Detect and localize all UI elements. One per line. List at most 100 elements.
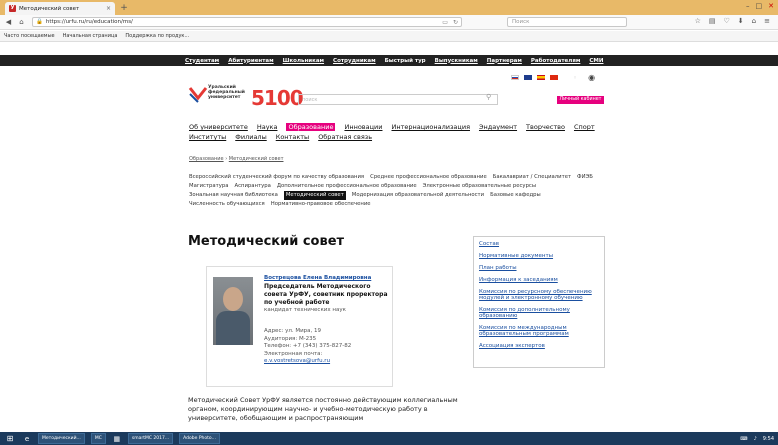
menu-creativity[interactable]: Творчество [526, 123, 565, 131]
volume-icon[interactable]: ♪ [754, 436, 757, 442]
bookmark-item[interactable]: Поддержка по продук... [125, 33, 189, 39]
bookmarks-bar: Часто посещаемые Начальная страница Подд… [0, 31, 778, 42]
submenu-item[interactable]: Бакалавриат / Специалитет [493, 173, 571, 182]
side-link-plan[interactable]: План работы [479, 265, 599, 271]
person-role: Председатель Методического совета УрФУ, … [264, 282, 388, 306]
submenu-item[interactable]: Всероссийский студенческий форум по каче… [189, 173, 364, 182]
topnav-students[interactable]: Студентам [185, 58, 219, 64]
minimize-button[interactable]: – [746, 2, 750, 10]
home-icon[interactable]: ⌂ [17, 18, 26, 27]
submenu-item[interactable]: Электронные образовательные ресурсы [423, 182, 536, 191]
topnav-graduates[interactable]: Выпускникам [435, 58, 478, 64]
site-search-input[interactable]: поиск [298, 94, 498, 105]
browser-tab[interactable]: У Методический совет × [5, 2, 115, 15]
menu-internationalization[interactable]: Интернационализация [391, 123, 470, 131]
menu-science[interactable]: Наука [257, 123, 278, 131]
personal-cabinet-button[interactable]: Личный кабинет [557, 96, 604, 104]
submenu-item[interactable]: Аспирантура [234, 182, 270, 191]
submenu-item[interactable]: ФИЭБ [577, 173, 593, 182]
ie-icon[interactable]: e [22, 434, 32, 444]
side-link-commission-resources[interactable]: Комиссия по ресурсному обеспечению модул… [479, 289, 599, 301]
clock[interactable]: 9:54 [763, 436, 774, 442]
address-bar[interactable]: 🔒 https://urfu.ru/ru/education/ms/ ▭ ↻ [32, 17, 462, 27]
menu-institutes[interactable]: Институты [189, 133, 226, 141]
person-info: Вострецова Елена Владимировна Председате… [264, 275, 389, 366]
topnav-quick-tour[interactable]: Быстрый тур [385, 58, 426, 64]
menu-sport[interactable]: Спорт [574, 123, 595, 131]
person-name[interactable]: Вострецова Елена Владимировна [264, 275, 389, 283]
menu-branches[interactable]: Филиалы [235, 133, 266, 141]
topnav-employers[interactable]: Работодателям [531, 58, 580, 64]
maximize-button[interactable]: □ [756, 2, 763, 10]
submenu-item-active[interactable]: Методический совет [283, 191, 346, 200]
menu-endowment[interactable]: Эндаумент [479, 123, 517, 131]
menu-innovations[interactable]: Инновации [344, 123, 382, 131]
menu-education[interactable]: Образование [286, 123, 336, 131]
submenu-item[interactable]: Численность обучающихся [189, 200, 265, 209]
flag-cn-icon[interactable] [550, 75, 558, 80]
browser-search-input[interactable]: Поиск [507, 17, 627, 27]
accessibility-icon[interactable]: ◦ [573, 74, 577, 82]
url-text: https://urfu.ru/ru/education/ms/ [45, 19, 133, 25]
submenu-item[interactable]: Нормативно-правовое обеспечение [271, 200, 371, 209]
clipboard-icon[interactable]: ▤ [709, 17, 716, 25]
star-icon[interactable]: ☆ [695, 17, 701, 25]
side-link-documents[interactable]: Нормативные документы [479, 253, 599, 259]
person-room: Аудитория: М-235 [264, 335, 317, 342]
topnav-schoolchildren[interactable]: Школьникам [283, 58, 324, 64]
person-address: Адрес: ул. Мира, 19 [264, 328, 322, 334]
side-link-meetings[interactable]: Информация к заседаниям [479, 277, 599, 283]
submenu-item[interactable]: Модернизация образовательной деятельност… [352, 191, 484, 200]
menu-contacts[interactable]: Контакты [276, 133, 309, 141]
flag-en-icon[interactable] [524, 75, 532, 80]
side-link-composition[interactable]: Состав [479, 241, 599, 247]
side-link-commission-additional[interactable]: Комиссия по дополнительному образованию [479, 307, 599, 319]
logo-5100[interactable]: 5100 [251, 86, 304, 110]
person-contacts: Адрес: ул. Мира, 19 Аудитория: М-235 Тел… [264, 328, 389, 366]
site-favicon-icon: У [9, 5, 16, 12]
topnav-applicants[interactable]: Абитуриентам [228, 58, 273, 64]
keyboard-icon[interactable]: ⌨ [740, 436, 747, 442]
new-tab-button[interactable]: + [119, 3, 129, 13]
urfu-logo-icon[interactable] [188, 84, 208, 104]
close-window-button[interactable]: ✕ [768, 2, 774, 10]
bookmark-item[interactable]: Часто посещаемые [4, 33, 55, 39]
reload-icon[interactable]: ↻ [453, 19, 458, 26]
side-link-commission-international[interactable]: Комиссия по международным образовательны… [479, 325, 599, 337]
menu-icon[interactable]: ≡ [764, 17, 770, 25]
menu-feedback[interactable]: Обратная связь [318, 133, 372, 141]
home-toolbar-icon[interactable]: ⌂ [752, 17, 756, 25]
topnav-staff[interactable]: Сотрудникам [333, 58, 376, 64]
flag-ru-icon[interactable] [511, 75, 519, 80]
submenu-item[interactable]: Дополнительное профессиональное образова… [277, 182, 417, 191]
taskbar-powerpoint[interactable]: smartMC 2017... [127, 433, 174, 444]
person-email-link[interactable]: e.v.vostretsova@urfu.ru [264, 358, 389, 366]
search-icon[interactable]: ⚲ [486, 93, 491, 101]
windows-start-icon[interactable]: ⊞ [4, 434, 16, 444]
breadcrumb-education[interactable]: Образование [189, 156, 224, 162]
bookmark-item[interactable]: Начальная страница [63, 33, 118, 39]
menu-about[interactable]: Об университете [189, 123, 248, 131]
topnav-media[interactable]: СМИ [589, 58, 603, 64]
submenu-item[interactable]: Базовые кафедры [490, 191, 541, 200]
download-icon[interactable]: ⬇ [738, 17, 744, 25]
eye-icon[interactable]: ◉ [588, 73, 595, 82]
taskbar-photoshop[interactable]: Adobe Photo... [179, 433, 220, 444]
pocket-icon[interactable]: ♡ [724, 17, 730, 25]
taskbar-folder[interactable]: MC [90, 433, 106, 444]
submenu-item[interactable]: Зональная научная библиотека [189, 191, 278, 200]
logo-text: Уральский федеральный университет [208, 85, 245, 100]
submenu-item[interactable]: Магистратура [189, 182, 228, 191]
breadcrumb-current[interactable]: Методический совет [229, 156, 284, 162]
taskbar-firefox[interactable]: Методический... [38, 433, 85, 444]
topnav-partners[interactable]: Партнерам [487, 58, 522, 64]
person-photo [213, 277, 253, 345]
back-icon[interactable]: ◀ [4, 18, 13, 27]
close-tab-icon[interactable]: × [106, 5, 111, 12]
side-link-experts[interactable]: Ассоциация экспертов [479, 343, 599, 349]
flag-es-icon[interactable] [537, 75, 545, 80]
submenu-item[interactable]: Среднее профессиональное образование [370, 173, 487, 182]
reader-icon[interactable]: ▭ [442, 19, 448, 26]
excel-icon[interactable]: ▦ [112, 434, 122, 444]
education-submenu: Всероссийский студенческий форум по каче… [189, 173, 609, 209]
